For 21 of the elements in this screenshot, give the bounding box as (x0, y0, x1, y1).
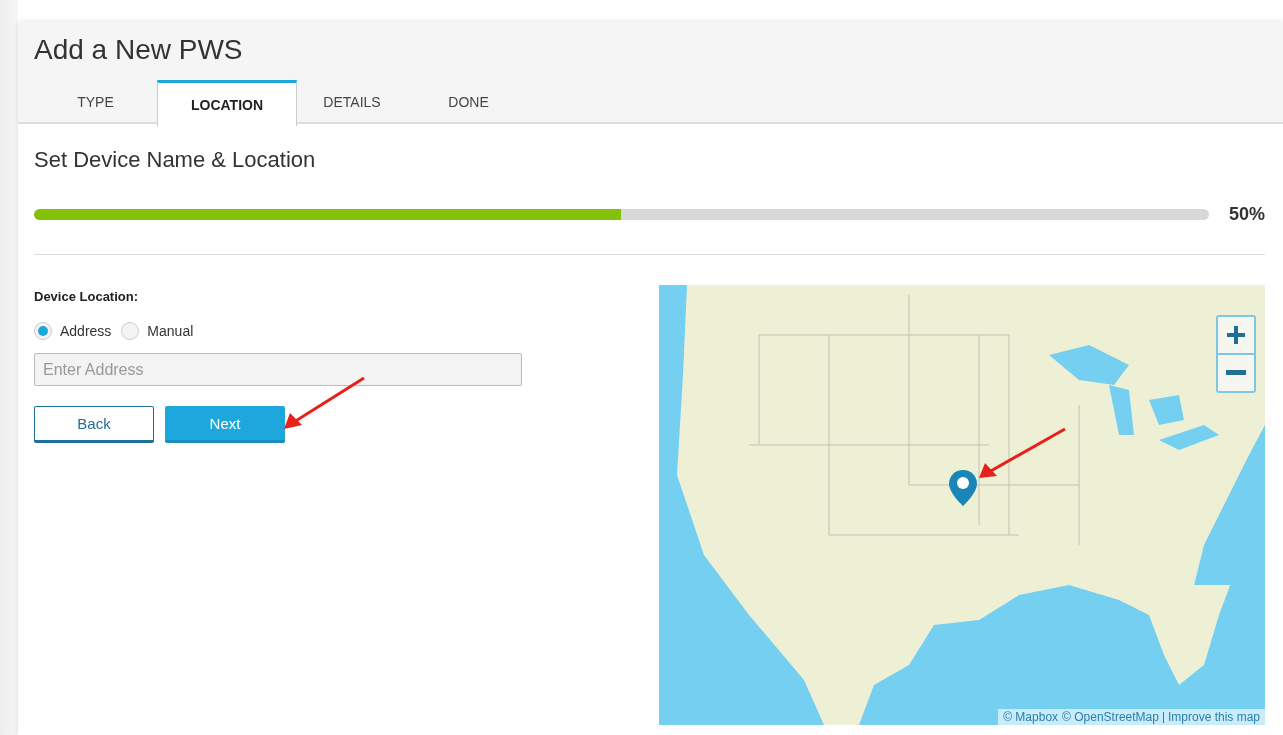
plus-icon (1226, 325, 1246, 345)
radio-icon[interactable] (121, 322, 140, 340)
radio-option[interactable]: Address (34, 322, 112, 340)
address-input[interactable]: Enter Address (34, 353, 522, 386)
radio-icon[interactable] (34, 322, 52, 340)
section-title: Set Device Name & Location (34, 146, 317, 174)
field-label: Device Location: (34, 289, 140, 304)
map-pin-icon (949, 470, 977, 506)
radio-option[interactable]: Manual (121, 322, 194, 340)
map-panel[interactable]: © Mapbox © OpenStreetMap Improve this map (659, 285, 1265, 725)
minus-icon (1226, 370, 1246, 376)
back-button[interactable]: Back (34, 406, 154, 443)
tab[interactable]: DETAILS (297, 80, 407, 124)
attribution-link[interactable]: Improve this map (1167, 710, 1260, 724)
tab[interactable]: LOCATION (157, 80, 297, 126)
page-title: Add a New PWS (33, 33, 244, 67)
tab[interactable]: TYPE (34, 80, 157, 124)
attribution-link[interactable]: © OpenStreetMap (1062, 710, 1159, 724)
tab[interactable]: DONE (407, 80, 530, 124)
progress-percent: 50% (1228, 204, 1265, 225)
attribution-link[interactable]: © Mapbox (1003, 710, 1059, 724)
